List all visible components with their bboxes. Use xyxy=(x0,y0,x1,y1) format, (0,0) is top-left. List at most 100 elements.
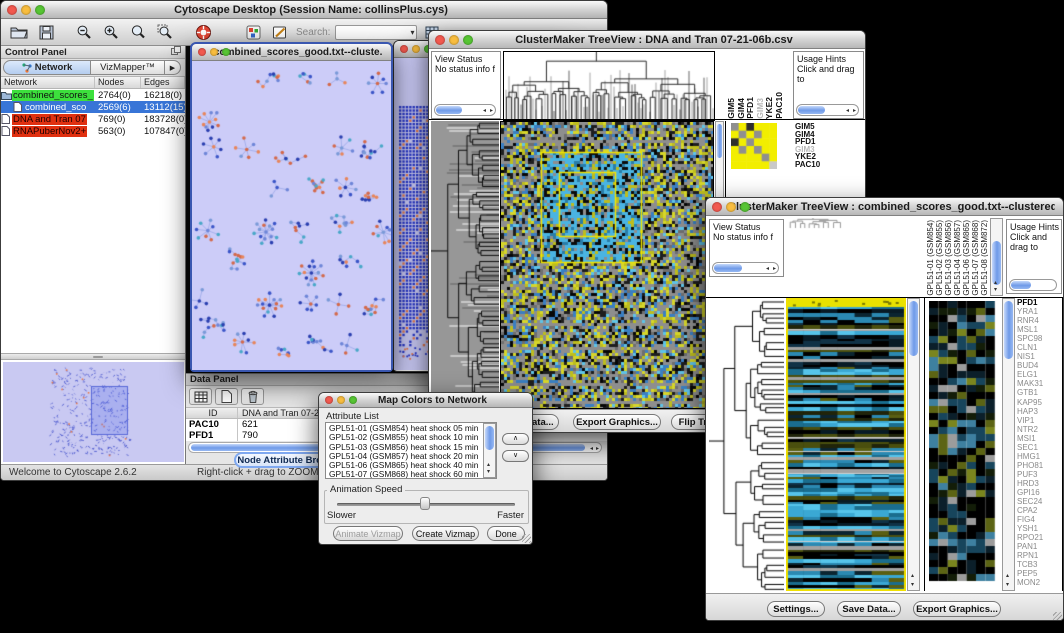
gene-label[interactable]: HMG1 xyxy=(1017,452,1062,461)
scroll-left-icon[interactable]: ◂ xyxy=(846,108,849,114)
gene-label[interactable]: SEC24 xyxy=(1017,497,1062,506)
close-button[interactable] xyxy=(712,202,722,212)
animate-vizmap-button[interactable]: Animate Vizmap xyxy=(333,526,403,541)
minimize-button[interactable] xyxy=(412,45,420,53)
resize-grip[interactable] xyxy=(1053,612,1062,620)
network-table-row[interactable]: DNA and Tran 07 769(0) 183728(0) xyxy=(1,113,185,125)
gene-label[interactable]: MON2 xyxy=(1017,578,1062,587)
gene-label[interactable]: PHO81 xyxy=(1017,461,1062,470)
network1-titlebar[interactable]: combined_scores_good.txt--cluste... xyxy=(192,44,391,61)
maximize-button[interactable] xyxy=(349,396,357,404)
close-button[interactable] xyxy=(198,48,206,56)
gene-label[interactable]: PFD1 xyxy=(1017,298,1062,307)
tab-overflow-button[interactable]: ▶ xyxy=(165,60,181,75)
minimize-button[interactable] xyxy=(210,48,218,56)
column-header-id[interactable]: ID xyxy=(186,408,238,418)
scroll-up-icon[interactable]: ▴ xyxy=(911,573,914,579)
gene-label[interactable]: GTB1 xyxy=(1017,388,1062,397)
column-label[interactable]: GPL51-03 (GSM856) xyxy=(944,220,953,296)
scroll-right-icon[interactable]: ▸ xyxy=(596,446,599,452)
expression-heatmap[interactable] xyxy=(500,121,714,409)
row-dendrogram[interactable] xyxy=(709,298,784,591)
gene-label[interactable]: RPN1 xyxy=(1017,551,1062,560)
gene-label[interactable]: HAP3 xyxy=(1017,407,1062,416)
column-header-network[interactable]: Network xyxy=(1,77,95,88)
scroll-left-icon[interactable]: ◂ xyxy=(766,266,769,272)
done-button[interactable]: Done xyxy=(487,526,525,541)
move-down-button[interactable]: ∨ xyxy=(502,450,529,462)
scroll-right-icon[interactable]: ▸ xyxy=(853,108,856,114)
close-button[interactable] xyxy=(325,396,333,404)
column-label[interactable]: GPL51-07 (GSM868) xyxy=(971,220,980,296)
scroll-right-icon[interactable]: ▸ xyxy=(773,266,776,272)
gene-label[interactable]: PAN1 xyxy=(1017,542,1062,551)
gene-label[interactable]: ELG1 xyxy=(1017,370,1062,379)
open-session-button[interactable] xyxy=(8,22,30,42)
tab-vizmapper[interactable]: VizMapper™ xyxy=(91,60,165,75)
gene-label[interactable]: SPC98 xyxy=(1017,334,1062,343)
scroll-down-icon[interactable]: ▾ xyxy=(994,287,997,293)
column-label[interactable]: GPL51-08 (GSM872) xyxy=(980,220,988,296)
attribute-list[interactable]: GPL51-01 (GSM854) heat shock 05 minGPL51… xyxy=(325,422,497,479)
zoom-vscrollbar[interactable]: ▴ ▾ xyxy=(1002,298,1015,591)
new-attribute-button[interactable] xyxy=(215,388,238,405)
resize-grip[interactable] xyxy=(522,534,531,543)
gene-label[interactable]: RPO21 xyxy=(1017,533,1062,542)
scrollbar-thumb[interactable] xyxy=(717,124,722,158)
export-graphics-button[interactable]: Export Graphics... xyxy=(913,601,1001,617)
gene-label[interactable]: VIP1 xyxy=(1017,416,1062,425)
maximize-button[interactable] xyxy=(740,202,750,212)
gene-label[interactable]: MSL1 xyxy=(1017,325,1062,334)
panel-splitter[interactable] xyxy=(1,353,185,360)
scrollbar-thumb[interactable] xyxy=(1011,281,1031,289)
scroll-down-icon[interactable]: ▾ xyxy=(1006,582,1009,588)
scrollbar-thumb[interactable] xyxy=(714,264,742,272)
gene-label[interactable]: FIG4 xyxy=(1017,515,1062,524)
close-button[interactable] xyxy=(7,5,17,15)
attribute-list-scrollbar[interactable]: ▴ ▾ xyxy=(483,423,496,478)
row-dendrogram[interactable] xyxy=(431,121,499,407)
column-label[interactable]: PAC10 xyxy=(775,92,785,119)
minimize-button[interactable] xyxy=(337,396,345,404)
gene-label[interactable]: NIS1 xyxy=(1017,352,1062,361)
main-titlebar[interactable]: Cytoscape Desktop (Session Name: collins… xyxy=(1,1,607,19)
usage-hints-scrollbar[interactable] xyxy=(1009,279,1057,291)
save-data-button[interactable]: Save Data... xyxy=(837,601,901,617)
gene-label[interactable]: KAP95 xyxy=(1017,398,1062,407)
tab-network[interactable]: Network xyxy=(3,60,91,75)
treeview1-titlebar[interactable]: ClusterMaker TreeView : DNA and Tran 07-… xyxy=(429,31,865,49)
column-label[interactable]: GPL51-06 (GSM865) xyxy=(962,220,971,296)
column-header-edges[interactable]: Edges xyxy=(141,77,185,88)
gene-label[interactable]: NTR2 xyxy=(1017,425,1062,434)
gene-label[interactable]: CPA2 xyxy=(1017,506,1062,515)
scroll-up-icon[interactable]: ▴ xyxy=(1006,573,1009,579)
gene-label[interactable]: MAK31 xyxy=(1017,379,1062,388)
scrollbar-thumb[interactable] xyxy=(436,106,462,114)
column-label[interactable]: GPL51-02 (GSM855) xyxy=(935,220,944,296)
network-overview-thumbnail[interactable] xyxy=(3,362,184,462)
minimize-button[interactable] xyxy=(449,35,459,45)
zoom-fit-button[interactable] xyxy=(154,22,176,42)
delete-attribute-button[interactable] xyxy=(241,388,264,405)
network-view-canvas[interactable] xyxy=(192,61,391,370)
speed-slider-thumb[interactable] xyxy=(420,497,430,510)
search-combobox[interactable]: ▾ xyxy=(335,25,417,40)
scrollbar-thumb[interactable] xyxy=(909,301,918,356)
scroll-right-icon[interactable]: ▸ xyxy=(490,108,493,114)
settings-button[interactable]: Settings... xyxy=(767,601,825,617)
gene-label[interactable]: PEP5 xyxy=(1017,569,1062,578)
vizmapper-button[interactable] xyxy=(242,22,264,42)
scroll-left-icon[interactable]: ◂ xyxy=(483,108,486,114)
float-panel-icon[interactable] xyxy=(171,46,181,58)
gene-label[interactable]: BUD4 xyxy=(1017,361,1062,370)
scrollbar-thumb[interactable] xyxy=(798,106,825,114)
gene-label[interactable]: GPI16 xyxy=(1017,488,1062,497)
dialog-titlebar[interactable]: Map Colors to Network xyxy=(319,393,532,408)
zoom-selected-button[interactable] xyxy=(127,22,149,42)
gene-label[interactable]: SEC1 xyxy=(1017,443,1062,452)
view-status-scrollbar[interactable]: ◂ ▸ xyxy=(434,104,496,116)
save-session-button[interactable] xyxy=(35,22,57,42)
gene-label[interactable]: RNR4 xyxy=(1017,316,1062,325)
gene-label[interactable]: TCB3 xyxy=(1017,560,1062,569)
network-table-row[interactable]: combined_sco 2569(6) 13112(15) xyxy=(1,101,185,113)
